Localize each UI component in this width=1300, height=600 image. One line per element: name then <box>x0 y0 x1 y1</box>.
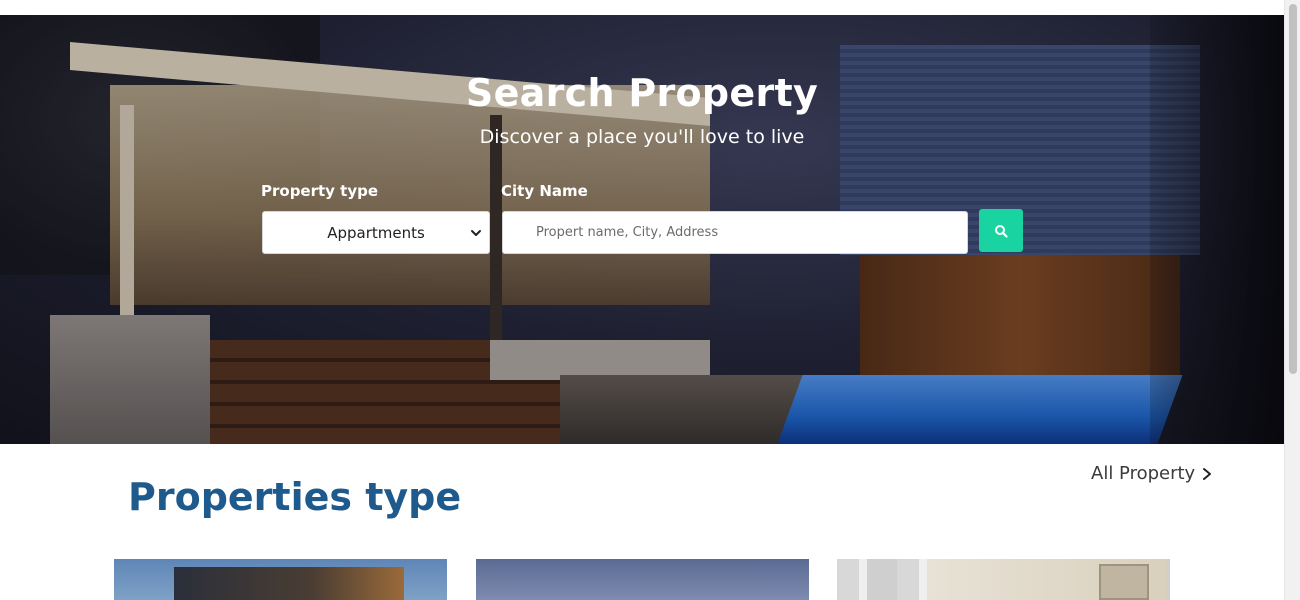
property-type-value: Appartments <box>327 223 425 242</box>
chevron-down-icon <box>471 230 481 236</box>
search-button[interactable] <box>979 209 1023 252</box>
section-title: Properties type <box>128 475 462 519</box>
property-window <box>1099 564 1149 600</box>
property-type-card[interactable] <box>837 559 1170 600</box>
property-type-label: Property type <box>261 182 379 200</box>
hero-subtitle: Discover a place you'll love to live <box>479 126 805 148</box>
hero-title: Search Property <box>465 71 819 115</box>
property-image <box>174 567 404 600</box>
all-property-label: All Property <box>1091 463 1196 484</box>
hero-banner: Search Property Discover a place you'll … <box>0 15 1284 444</box>
page-scrollbar[interactable] <box>1284 0 1300 600</box>
city-name-label: City Name <box>501 182 588 200</box>
property-type-select[interactable]: Appartments <box>262 211 490 254</box>
city-search-input[interactable] <box>502 211 968 254</box>
chevron-right-icon <box>1203 467 1212 480</box>
search-icon <box>995 224 1008 238</box>
all-property-link[interactable]: All Property <box>1091 463 1213 484</box>
scrollbar-thumb[interactable] <box>1289 4 1297 374</box>
property-type-card[interactable] <box>114 559 447 600</box>
property-type-card[interactable] <box>476 559 809 600</box>
